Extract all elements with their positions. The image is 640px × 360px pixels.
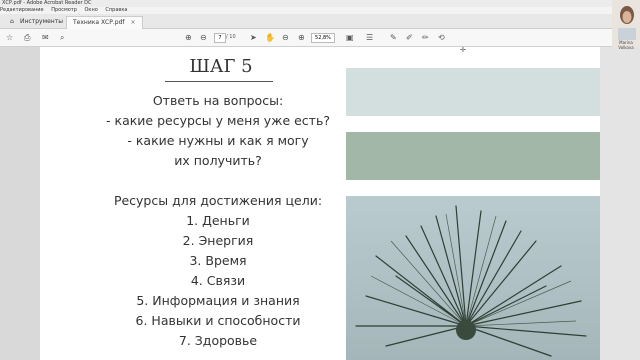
list-item: 7. Здоровье xyxy=(178,333,258,348)
tab-document-label: Техника ХСР.pdf xyxy=(73,19,125,26)
tab-document[interactable]: Техника ХСР.pdf × xyxy=(66,16,143,29)
palm-photo xyxy=(346,196,600,360)
page-number-input[interactable]: 7 xyxy=(214,33,226,43)
toolbar: ☆ ⎙ ✉ ⌕ ⊕ ⊖ 7 / 10 ➤ ✋ ⊖ ⊕ 52,8% ▣ ☰ ✎ ✐… xyxy=(0,29,640,47)
zoom-out-icon[interactable]: ⊖ xyxy=(282,33,289,42)
webcam-name: Marina Volkova xyxy=(618,40,634,50)
page-down-icon[interactable]: ⊖ xyxy=(200,33,207,42)
menu-view[interactable]: Просмотр xyxy=(51,7,77,13)
scroll-mode-icon[interactable]: ☰ xyxy=(366,33,373,42)
text-line: их получить? xyxy=(174,153,262,168)
person-icon xyxy=(612,0,640,40)
list-item: 1. Деньги xyxy=(186,213,250,228)
save-icon[interactable]: ☆ xyxy=(6,33,13,42)
hand-icon[interactable]: ✋ xyxy=(265,33,275,42)
color-swatch-light xyxy=(346,68,600,116)
highlight-icon[interactable]: ✏ xyxy=(422,33,429,42)
menu-window[interactable]: Окно xyxy=(85,7,98,13)
tab-tools[interactable]: Инструменты xyxy=(14,16,69,28)
list-item: 4. Связи xyxy=(190,273,246,288)
mouse-cursor-icon: ✛ xyxy=(460,46,466,54)
text-line: Ресурсы для достижения цели: xyxy=(113,193,323,208)
list-item: 6. Навыки и способности xyxy=(135,313,301,328)
list-item: 5. Информация и знания xyxy=(136,293,300,308)
heading-underline xyxy=(165,81,273,82)
text-line: - какие ресурсы у меня уже есть? xyxy=(106,113,330,128)
zoom-in-icon[interactable]: ⊕ xyxy=(298,33,305,42)
menu-edit[interactable]: Редактирование xyxy=(0,7,44,13)
text-line: - какие нужны и как я могу xyxy=(127,133,309,148)
window-title: ХСР.pdf - Adobe Acrobat Reader DC xyxy=(2,0,92,6)
right-panel xyxy=(600,47,640,360)
tab-bar: ⌂ Инструменты Техника ХСР.pdf × xyxy=(0,14,640,29)
cursor-icon[interactable]: ➤ xyxy=(250,33,257,42)
search-icon[interactable]: ⌕ xyxy=(60,33,64,42)
mail-icon[interactable]: ✉ xyxy=(42,33,49,42)
pen-icon[interactable]: ✐ xyxy=(406,33,413,42)
zoom-select[interactable]: 52,8% xyxy=(311,33,335,43)
palm-leaves-image xyxy=(355,205,587,357)
menu-help[interactable]: Справка xyxy=(105,7,127,13)
window-titlebar: ХСР.pdf - Adobe Acrobat Reader DC xyxy=(0,0,640,7)
list-item: 3. Время xyxy=(189,253,247,268)
comment-icon[interactable]: ✎ xyxy=(390,33,397,42)
page-total: / 10 xyxy=(226,34,236,40)
menu-bar: Редактирование Просмотр Окно Справка xyxy=(0,7,640,14)
text-line: Ответь на вопросы: xyxy=(152,93,284,108)
fit-icon[interactable]: ▣ xyxy=(346,33,354,42)
color-swatch-sage xyxy=(346,132,600,180)
sign-icon[interactable]: ⟲ xyxy=(438,33,445,42)
close-icon[interactable]: × xyxy=(131,19,136,26)
list-item: 2. Энергия xyxy=(182,233,254,248)
page-up-icon[interactable]: ⊕ xyxy=(185,33,192,42)
page-heading: ШАГ 5 xyxy=(189,56,253,77)
print-icon[interactable]: ⎙ xyxy=(24,33,30,42)
